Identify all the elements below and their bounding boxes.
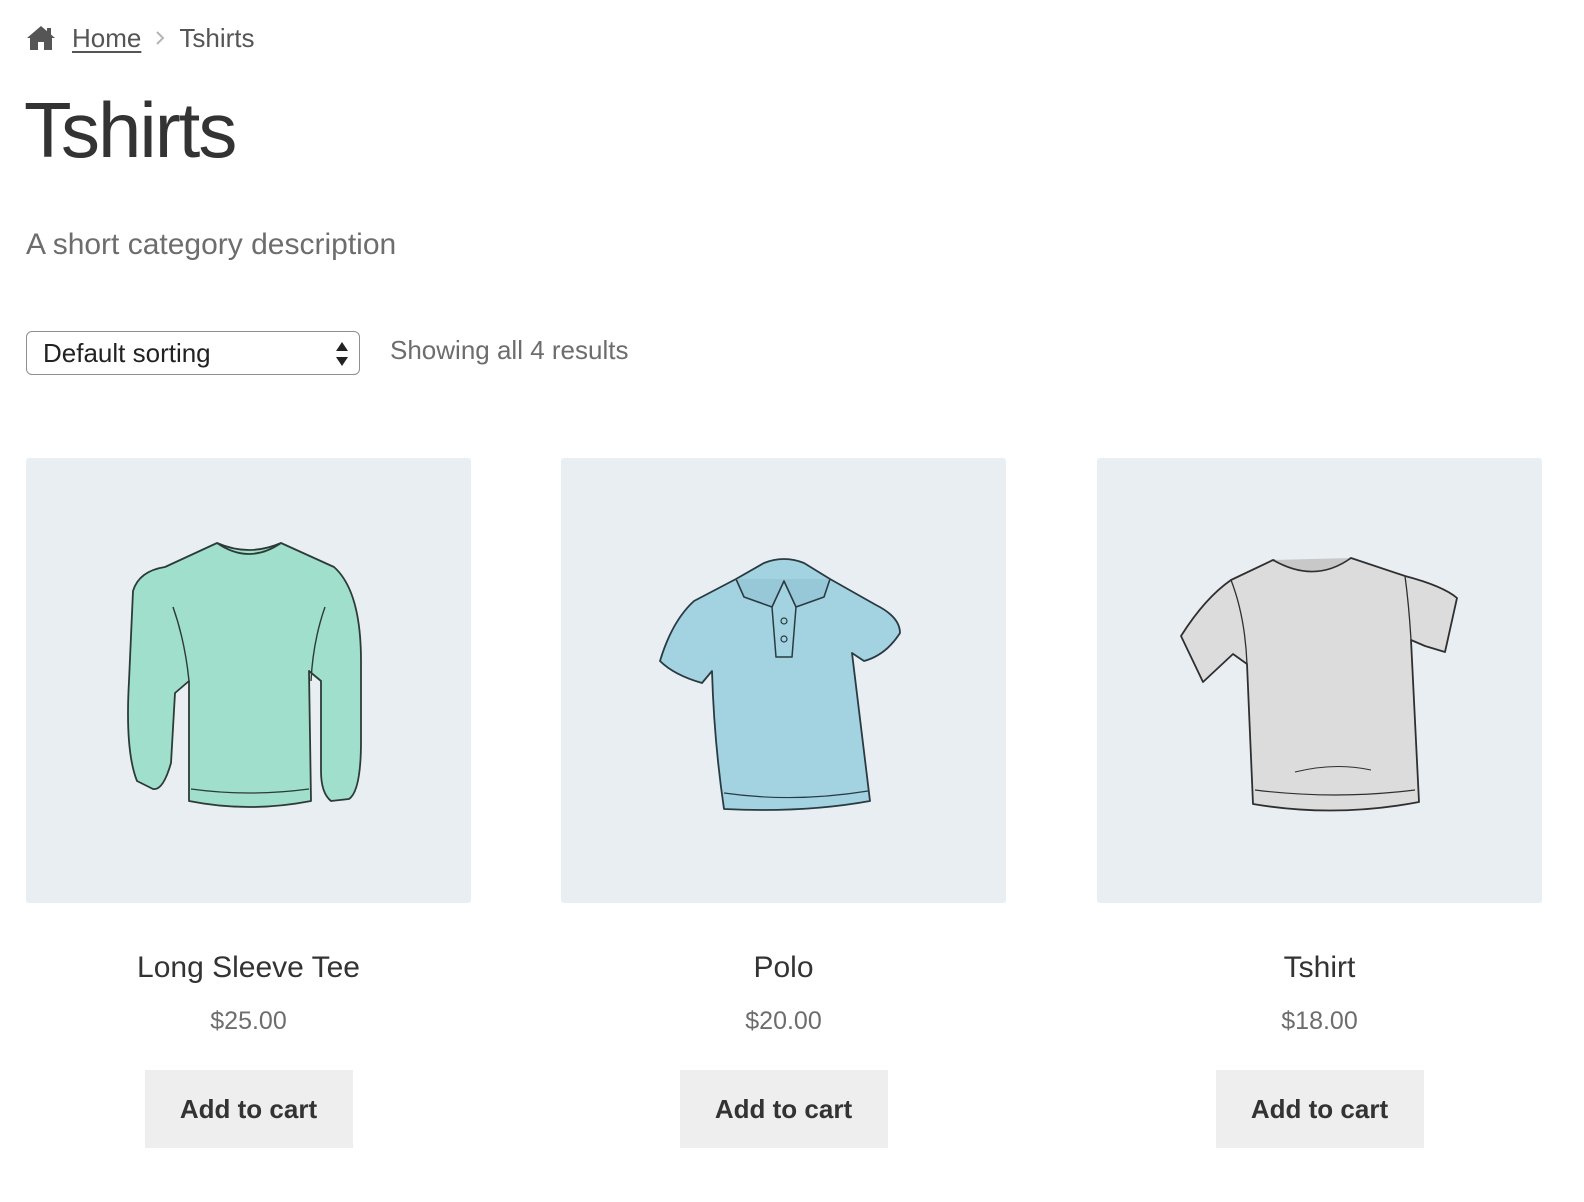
product-image-long-sleeve-tee[interactable] — [26, 458, 471, 903]
breadcrumb: Home Tshirts — [26, 18, 254, 58]
category-description: A short category description — [26, 228, 397, 261]
breadcrumb-current: Tshirts — [179, 22, 255, 53]
polo-shirt-image — [658, 557, 901, 811]
home-icon — [26, 23, 56, 53]
product-name[interactable]: Polo — [561, 951, 1006, 985]
product-price: $20.00 — [745, 1007, 822, 1035]
sort-select[interactable]: Default sorting — [26, 331, 360, 375]
product-image-tshirt[interactable] — [1097, 458, 1542, 903]
breadcrumb-home-link[interactable]: Home — [72, 23, 141, 54]
shop-category-page: Home Tshirts Tshirts A short category de… — [0, 0, 1584, 1202]
add-to-cart-button[interactable]: Add to cart — [1215, 1070, 1424, 1148]
add-to-cart-button[interactable]: Add to cart — [144, 1070, 353, 1148]
product-price: $25.00 — [210, 1007, 287, 1035]
page-title: Tshirts — [24, 86, 237, 174]
long-sleeve-tee-image — [126, 541, 362, 808]
chevron-right-icon — [155, 31, 165, 45]
product-price: $18.00 — [1281, 1007, 1358, 1035]
tshirt-image — [1179, 556, 1458, 811]
product-image-polo[interactable] — [561, 458, 1006, 903]
product-card: Tshirt $18.00 Add to cart — [1097, 458, 1542, 1148]
sort-select-value: Default sorting — [43, 337, 211, 368]
product-card: Long Sleeve Tee $25.00 Add to cart — [26, 458, 471, 1148]
add-to-cart-button[interactable]: Add to cart — [679, 1070, 888, 1148]
product-name[interactable]: Long Sleeve Tee — [26, 951, 471, 985]
product-name[interactable]: Tshirt — [1097, 951, 1542, 985]
select-arrows-icon — [335, 339, 349, 369]
product-card: Polo $20.00 Add to cart — [561, 458, 1006, 1148]
result-count: Showing all 4 results — [390, 335, 629, 365]
